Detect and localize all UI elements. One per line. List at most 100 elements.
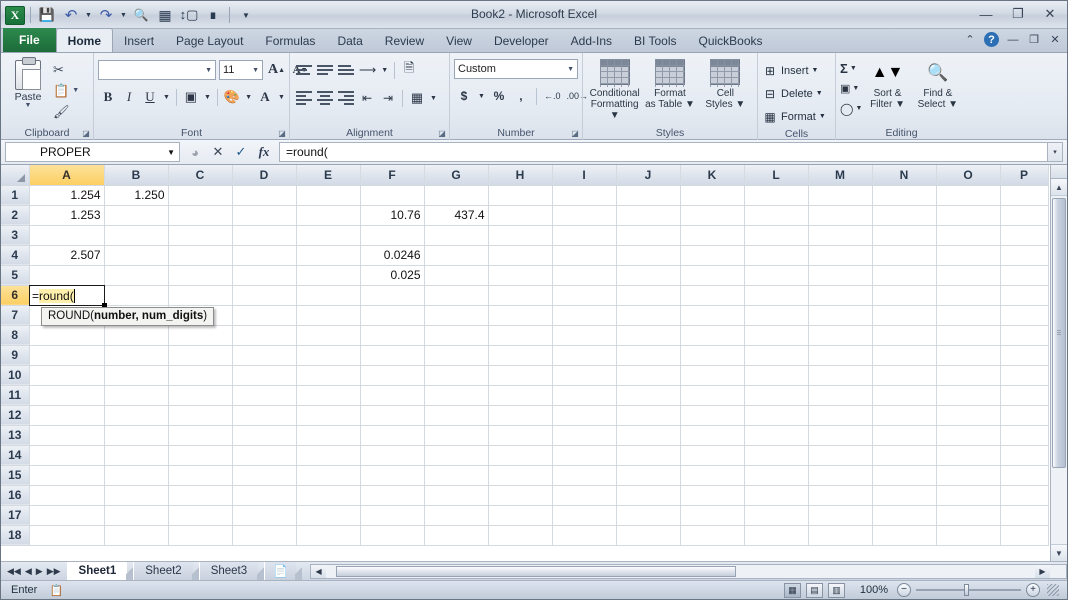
cell-J5[interactable] xyxy=(616,265,681,286)
table-row[interactable]: 5 0.025 xyxy=(1,265,1049,286)
increase-indent-button[interactable]: ⇥ xyxy=(378,88,398,108)
cell-F12[interactable] xyxy=(360,405,425,426)
cell-O9[interactable] xyxy=(936,345,1001,366)
increase-decimal-button[interactable]: ←.0 xyxy=(542,86,563,106)
cell-D15[interactable] xyxy=(232,465,297,486)
vertical-scrollbar[interactable]: ▲ ▼ xyxy=(1050,165,1067,561)
cell-J13[interactable] xyxy=(616,425,681,446)
cell-N13[interactable] xyxy=(872,425,937,446)
vertical-scroll-track[interactable] xyxy=(1051,196,1067,544)
cell-B4[interactable] xyxy=(104,245,169,266)
cell-G2[interactable]: 437.4 xyxy=(424,205,489,226)
cell-M9[interactable] xyxy=(808,345,873,366)
cell-P10[interactable] xyxy=(1000,365,1049,386)
cell-J3[interactable] xyxy=(616,225,681,246)
worksheet-grid[interactable]: A B C D E F G H I J K L M N O P 1 1.254 1.250 2 1.253 10.76 43… xyxy=(1,165,1050,561)
cell-I15[interactable] xyxy=(552,465,617,486)
cell-G7[interactable] xyxy=(424,305,489,326)
last-sheet-button[interactable]: ▶▶ xyxy=(47,566,61,577)
row-header-11[interactable]: 11 xyxy=(1,385,30,406)
grow-font-button[interactable]: A ▲ xyxy=(266,60,287,80)
number-dialog-launcher[interactable]: ◪ xyxy=(570,129,580,139)
cell-K4[interactable] xyxy=(680,245,745,266)
cell-B10[interactable] xyxy=(104,365,169,386)
cell-K3[interactable] xyxy=(680,225,745,246)
horizontal-scroll-thumb[interactable] xyxy=(336,565,737,577)
row-header-16[interactable]: 16 xyxy=(1,485,30,506)
first-sheet-button[interactable]: ◀◀ xyxy=(7,566,21,577)
table-row[interactable]: 16 xyxy=(1,485,1049,506)
copy-button[interactable]: 📋 ▼ xyxy=(53,82,79,100)
cell-N12[interactable] xyxy=(872,405,937,426)
table-row[interactable]: 4 2.507 0.0246 xyxy=(1,245,1049,266)
table-row[interactable]: 2 1.253 10.76 437.4 xyxy=(1,205,1049,226)
cell-J18[interactable] xyxy=(616,525,681,546)
cell-B6[interactable] xyxy=(104,285,169,306)
row-header-10[interactable]: 10 xyxy=(1,365,30,386)
cell-P4[interactable] xyxy=(1000,245,1049,266)
cell-J2[interactable] xyxy=(616,205,681,226)
cell-F16[interactable] xyxy=(360,485,425,506)
undo-formula-icon[interactable]: ◕ xyxy=(188,145,202,160)
cell-E3[interactable] xyxy=(296,225,361,246)
cell-L3[interactable] xyxy=(744,225,809,246)
cell-P12[interactable] xyxy=(1000,405,1049,426)
column-header-o[interactable]: O xyxy=(936,165,1001,186)
cell-K9[interactable] xyxy=(680,345,745,366)
cell-B14[interactable] xyxy=(104,445,169,466)
cell-D9[interactable] xyxy=(232,345,297,366)
chevron-down-icon[interactable]: ▼ xyxy=(567,66,574,73)
doc-restore-icon[interactable]: ❐ xyxy=(1027,33,1041,46)
cell-O5[interactable] xyxy=(936,265,1001,286)
cell-G3[interactable] xyxy=(424,225,489,246)
cell-F13[interactable] xyxy=(360,425,425,446)
cell-J9[interactable] xyxy=(616,345,681,366)
cell-A12[interactable] xyxy=(29,405,105,426)
cell-K16[interactable] xyxy=(680,485,745,506)
cell-M6[interactable] xyxy=(808,285,873,306)
window-controls[interactable]: — ❐ ✕ xyxy=(975,5,1061,23)
cell-H10[interactable] xyxy=(488,365,553,386)
page-layout-view-button[interactable]: ▤ xyxy=(806,582,823,598)
cell-A14[interactable] xyxy=(29,445,105,466)
cell-I4[interactable] xyxy=(552,245,617,266)
cell-P14[interactable] xyxy=(1000,445,1049,466)
cell-I17[interactable] xyxy=(552,505,617,526)
cell-P7[interactable] xyxy=(1000,305,1049,326)
cell-M7[interactable] xyxy=(808,305,873,326)
font-color-dropdown-icon[interactable]: ▼ xyxy=(276,87,287,107)
cell-A8[interactable] xyxy=(29,325,105,346)
cell-C15[interactable] xyxy=(168,465,233,486)
active-cell-editor[interactable]: = round( xyxy=(29,285,107,308)
restore-button[interactable]: ❐ xyxy=(1007,5,1029,23)
cell-A3[interactable] xyxy=(29,225,105,246)
format-cells-button[interactable]: ▦ Format ▼ xyxy=(762,106,825,127)
cell-I8[interactable] xyxy=(552,325,617,346)
cell-L10[interactable] xyxy=(744,365,809,386)
normal-view-button[interactable]: ▦ xyxy=(784,582,801,598)
cell-styles-button[interactable]: Cell Styles ▼ xyxy=(698,58,753,111)
insert-cells-button[interactable]: ⊞ Insert ▼ xyxy=(762,60,826,81)
cell-D1[interactable] xyxy=(232,185,297,206)
fill-color-button[interactable]: 🎨 xyxy=(222,87,242,107)
cell-M12[interactable] xyxy=(808,405,873,426)
cell-L1[interactable] xyxy=(744,185,809,206)
cell-B1[interactable]: 1.250 xyxy=(104,185,169,206)
horizontal-scrollbar[interactable]: ◀ ▶ xyxy=(310,563,1067,579)
cell-K17[interactable] xyxy=(680,505,745,526)
cell-L17[interactable] xyxy=(744,505,809,526)
tab-bi-tools[interactable]: BI Tools xyxy=(623,30,687,52)
cell-K1[interactable] xyxy=(680,185,745,206)
cell-I9[interactable] xyxy=(552,345,617,366)
row-header-8[interactable]: 8 xyxy=(1,325,30,346)
cell-N16[interactable] xyxy=(872,485,937,506)
expand-formula-bar-button[interactable]: ▾ xyxy=(1047,142,1063,162)
zoom-slider-knob[interactable] xyxy=(964,584,970,596)
tab-review[interactable]: Review xyxy=(374,30,435,52)
cell-K2[interactable] xyxy=(680,205,745,226)
row-header-4[interactable]: 4 xyxy=(1,245,30,266)
cell-A10[interactable] xyxy=(29,365,105,386)
cell-J6[interactable] xyxy=(616,285,681,306)
scroll-down-button[interactable]: ▼ xyxy=(1051,544,1067,561)
help-icon[interactable]: ? xyxy=(984,32,999,47)
